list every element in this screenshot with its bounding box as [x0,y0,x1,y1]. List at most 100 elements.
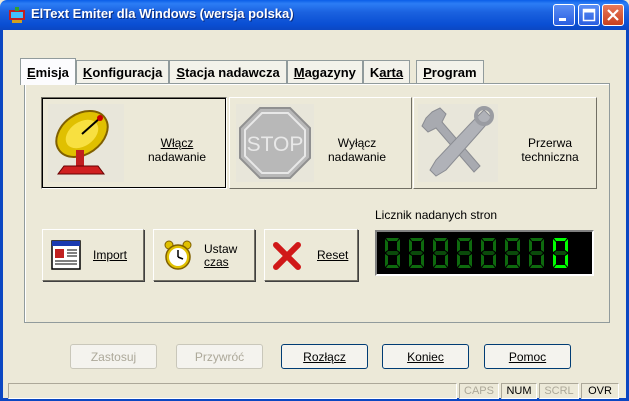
counter-segment [386,238,399,241]
counter-label: Licznik nadanych stron [375,208,498,222]
counter-digit [409,238,424,268]
counter-segment [445,254,448,267]
counter-segment [530,251,543,255]
counter-segment [541,254,544,267]
counter-segment [469,239,472,252]
tab-program[interactable]: Program [416,60,484,84]
counter-segment [434,265,447,268]
start-label-line2: nadawanie [147,150,207,164]
counter-segment [493,239,496,252]
tab-magazyny[interactable]: Magazyny [286,60,363,84]
counter-segment [529,239,532,252]
counter-segment [530,238,543,241]
counter-segment [434,251,447,255]
document-icon [51,240,81,270]
import-label: Import [93,248,128,262]
counter-segment [505,254,508,267]
counter-segment [517,254,520,267]
stop-sign-icon: STOP [236,104,314,182]
apply-button[interactable]: Zastosuj [70,344,157,369]
tools-icon [418,104,498,182]
set-time-label-line1: Ustaw [204,242,238,256]
counter-segment [505,239,508,252]
counter-digit [385,238,400,268]
counter-segment [553,254,556,267]
satellite-dish-icon [48,104,124,182]
counter-segment [410,238,423,241]
page-counter-display [375,230,594,276]
tab-emisja[interactable]: Emisja [20,58,76,85]
close-icon [607,9,619,21]
set-time-button[interactable]: Ustaw czas [153,229,255,281]
counter-segment [554,265,567,268]
pause-label-line1: Przerwa [527,136,572,150]
counter-segment [517,239,520,252]
counter-segment [409,239,412,252]
counter-digit [505,238,520,268]
counter-digit [481,238,496,268]
close-button[interactable] [602,4,624,26]
status-scrl: SCRL [539,383,579,399]
counter-segment [458,251,471,255]
counter-segment [458,238,471,241]
disconnect-button[interactable]: Rozłącz [281,344,368,369]
counter-segment [554,251,567,255]
maximize-button[interactable] [578,4,600,26]
counter-segment [410,251,423,255]
counter-segment [481,254,484,267]
technical-break-button[interactable]: Przerwa techniczna [413,97,597,189]
set-time-label-line2: czas [204,255,229,269]
help-button[interactable]: Pomoc [484,344,571,369]
status-bar: CAPS NUM SCRL OVR [3,381,626,399]
counter-segment [481,239,484,252]
counter-segment [506,265,519,268]
restore-button[interactable]: Przywróć [176,344,263,369]
counter-segment [410,265,423,268]
counter-segment [506,238,519,241]
counter-segment [482,251,495,255]
counter-segment [482,238,495,241]
tab-strip: Emisja Konfiguracja Stacja nadawcza Maga… [20,58,484,85]
tab-stacja-nadawcza[interactable]: Stacja nadawcza [169,60,287,84]
counter-segment [565,239,568,252]
import-button[interactable]: Import [42,229,144,281]
counter-segment [445,239,448,252]
counter-digit [553,238,568,268]
tab-konfiguracja[interactable]: Konfiguracja [75,60,170,84]
counter-segment [493,254,496,267]
counter-segment [421,254,424,267]
counter-segment [409,254,412,267]
counter-digit [433,238,448,268]
status-num: NUM [501,383,537,399]
end-button[interactable]: Koniec [382,344,469,369]
reset-label: Reset [317,248,349,262]
tab-karta[interactable]: Karta [362,60,411,84]
counter-segment [458,265,471,268]
start-label-line1: Włącz [160,136,194,150]
counter-digit [457,238,472,268]
counter-segment [457,239,460,252]
minimize-icon [559,18,566,21]
start-broadcast-button[interactable]: Włącz nadawanie [41,97,227,189]
title-bar[interactable]: ElText Emiter dla Windows (wersja polska… [0,0,629,30]
counter-segment [386,251,399,255]
stop-broadcast-button[interactable]: STOP Wyłącz nadawanie [229,97,412,189]
counter-segment [469,254,472,267]
counter-segment [529,254,532,267]
window-title: ElText Emiter dla Windows (wersja polska… [31,6,294,21]
app-icon [9,7,25,23]
counter-segment [434,238,447,241]
minimize-button[interactable] [553,4,575,26]
counter-segment [553,239,556,252]
counter-segment [482,265,495,268]
counter-digit [529,238,544,268]
stop-label-line2: nadawanie [327,150,387,164]
counter-segment [565,254,568,267]
counter-segment [397,239,400,252]
counter-segment [397,254,400,267]
alarm-clock-icon [164,240,192,270]
counter-segment [506,251,519,255]
reset-button[interactable]: Reset [264,229,358,281]
counter-segment [530,265,543,268]
red-x-icon [273,242,301,270]
